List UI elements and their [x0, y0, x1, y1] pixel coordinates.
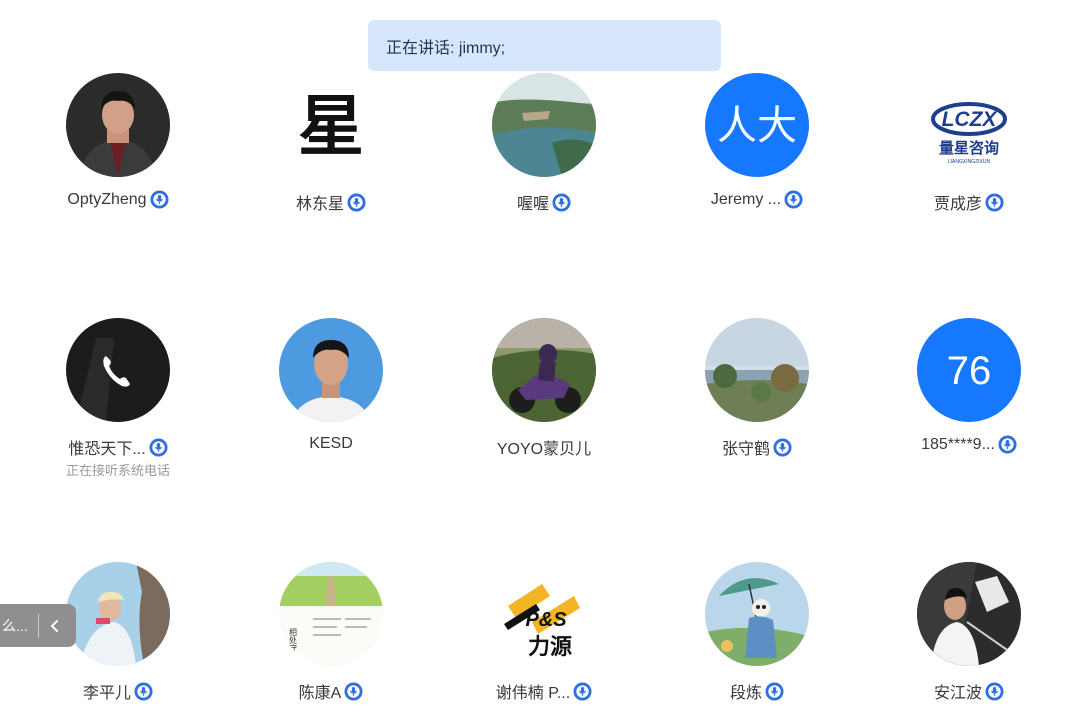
svg-text:LIANGXINGZIXUN: LIANGXINGZIXUN [948, 159, 991, 165]
microphone-icon [134, 681, 153, 701]
participant-avatar[interactable]: 76 [917, 318, 1021, 422]
microphone-icon [765, 681, 784, 701]
participant-name-row: 陈康A [229, 679, 433, 703]
participant-name: 185****9... [921, 435, 995, 453]
side-tab-label: 么... [2, 617, 28, 634]
participant-name: OptyZheng [67, 190, 147, 208]
active-speaker-text: 正在讲话: jimmy; [386, 39, 506, 57]
participant-name: 惟恐天下... [68, 441, 146, 458]
chevron-left-icon[interactable] [45, 616, 65, 636]
participant-name: 喔喔 [516, 196, 549, 213]
participant-tile[interactable]: KESD [229, 318, 429, 468]
participant-name-row: 安江波 [867, 679, 1071, 703]
meeting-participants-view: 正在讲话: jimmy; OptyZheng 星林东星 喔喔 人大 Jeremy ...… [0, 0, 1080, 721]
participant-name-row: 段炼 [655, 679, 859, 703]
participant-avatar[interactable]: 相处守 [279, 562, 383, 666]
participant-tile[interactable]: OptyZheng [16, 73, 216, 223]
participant-tile[interactable]: 安江波 [867, 562, 1067, 712]
participant-name: 张守鹤 [721, 441, 770, 458]
participant-avatar[interactable] [492, 73, 596, 177]
participant-name: Jeremy ... [710, 190, 782, 208]
participant-tile[interactable]: P&S 力源谢伟楠 P... [442, 562, 642, 712]
participant-avatar[interactable] [66, 318, 170, 422]
participant-avatar[interactable] [66, 73, 170, 177]
participant-name-row: Jeremy ... [655, 190, 859, 209]
participant-name: KESD [309, 435, 353, 452]
microphone-icon [344, 681, 363, 701]
participant-avatar[interactable] [492, 318, 596, 422]
participant-name: 李平儿 [82, 685, 131, 702]
microphone-icon [552, 192, 571, 212]
participant-name-row: OptyZheng [16, 190, 220, 209]
collapsed-side-panel-tab[interactable]: 么... [0, 604, 76, 647]
participant-tile[interactable]: 人大 Jeremy ... [655, 73, 855, 223]
svg-text:76: 76 [947, 349, 992, 393]
participant-avatar[interactable] [705, 562, 809, 666]
participant-status: 正在接听系统电话 [65, 463, 170, 478]
svg-text:力源: 力源 [528, 635, 572, 660]
participant-name-row: KESD [229, 435, 433, 453]
microphone-icon [985, 192, 1004, 212]
participant-tile[interactable]: 段炼 [655, 562, 855, 712]
svg-text:星: 星 [298, 87, 364, 165]
participant-tile[interactable]: 星林东星 [229, 73, 429, 223]
active-speaker-banner: 正在讲话: jimmy; [368, 20, 721, 71]
participant-tile[interactable]: 相处守陈康A [229, 562, 429, 712]
svg-text:相处守: 相处守 [289, 627, 298, 653]
participant-tile[interactable]: 惟恐天下... 正在接听系统电话 [16, 318, 216, 478]
participant-name-row: 林东星 [229, 190, 433, 214]
microphone-icon [773, 437, 792, 457]
participant-avatar[interactable] [66, 562, 170, 666]
participant-name: 贾成彦 [933, 196, 982, 213]
microphone-icon [985, 681, 1004, 701]
participant-name: 安江波 [933, 685, 982, 702]
microphone-icon [784, 190, 803, 209]
svg-text:量星咨询: 量星咨询 [939, 139, 999, 157]
participant-avatar[interactable] [917, 562, 1021, 666]
participant-name-row: 惟恐天下... [16, 435, 220, 459]
participant-name-row: YOYO蒙贝儿 [442, 435, 646, 459]
participant-name: 谢伟楠 P... [495, 685, 571, 702]
participant-name-row: 谢伟楠 P... [442, 679, 646, 703]
svg-text:P&S: P&S [525, 609, 567, 631]
participant-name-row: 喔喔 [442, 190, 646, 214]
microphone-icon [150, 190, 169, 209]
participant-avatar[interactable] [279, 318, 383, 422]
participant-tile[interactable]: LCZX 量星咨询 LIANGXINGZIXUN 贾成彦 [867, 73, 1067, 223]
participant-tile[interactable]: 张守鹤 [655, 318, 855, 468]
side-tab-divider [38, 613, 39, 638]
participant-avatar[interactable]: 星 [279, 73, 383, 177]
microphone-icon [149, 437, 168, 457]
participant-name: 林东星 [295, 196, 344, 213]
participant-name-row: 185****9... [867, 435, 1071, 454]
participant-avatar[interactable]: 人大 [705, 73, 809, 177]
participant-name-row: 李平儿 [16, 679, 220, 703]
participant-tile[interactable]: YOYO蒙贝儿 [442, 318, 642, 468]
microphone-icon [998, 435, 1017, 454]
participant-avatar[interactable]: P&S 力源 [492, 562, 596, 666]
participant-name: YOYO蒙贝儿 [496, 441, 592, 458]
participant-avatar[interactable]: LCZX 量星咨询 LIANGXINGZIXUN [917, 73, 1021, 177]
microphone-icon [573, 681, 592, 701]
microphone-icon [347, 192, 366, 212]
participant-name-row: 贾成彦 [867, 190, 1071, 214]
participant-tile[interactable]: 76 185****9... [867, 318, 1067, 468]
participant-tile[interactable]: 喔喔 [442, 73, 642, 223]
participant-name-row: 张守鹤 [655, 435, 859, 459]
participant-avatar[interactable] [705, 318, 809, 422]
svg-text:人大: 人大 [717, 104, 797, 148]
participant-name: 段炼 [729, 685, 762, 702]
participant-name: 陈康A [298, 685, 342, 702]
svg-text:LCZX: LCZX [942, 108, 999, 131]
